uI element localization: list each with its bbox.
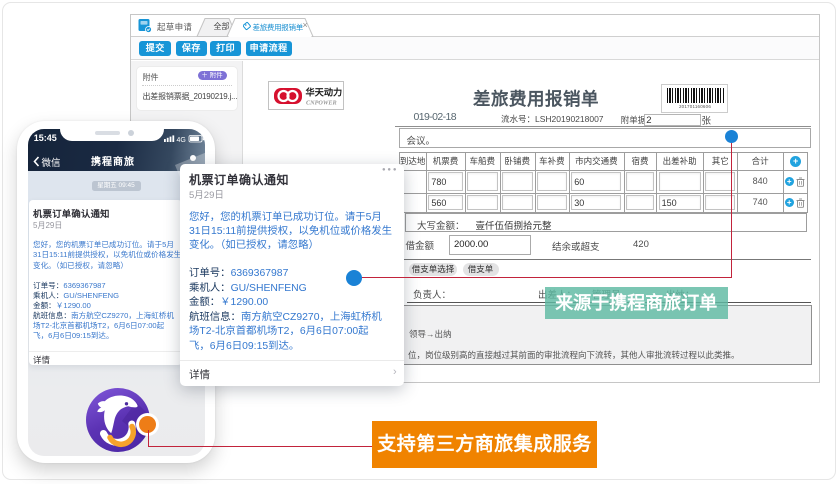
svg-text:4G: 4G [176, 137, 185, 143]
svg-text:CNPOWER: CNPOWER [306, 100, 337, 107]
svg-text:华天动力: 华天动力 [305, 87, 342, 98]
